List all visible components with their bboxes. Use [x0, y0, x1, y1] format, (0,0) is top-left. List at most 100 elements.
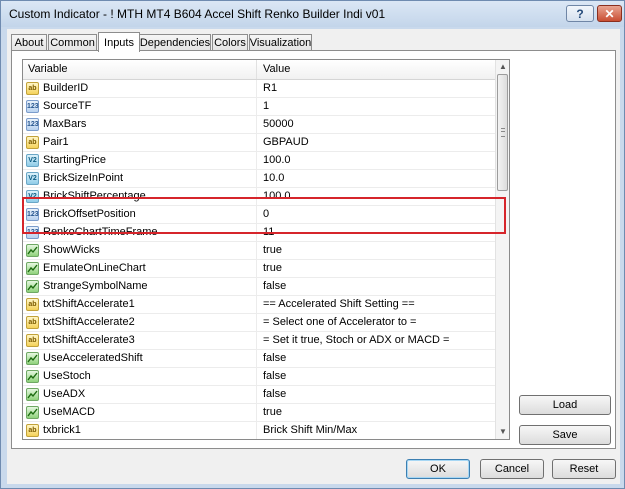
grid-row-BrickShiftPercentage[interactable]: V2 BrickShiftPercentage 100.0	[23, 188, 495, 206]
grid-row-BuilderID[interactable]: ab BuilderID R1	[23, 80, 495, 98]
variable-value[interactable]: true	[263, 244, 282, 256]
grid-row-RenkoChartTimeFrame[interactable]: 123 RenkoChartTimeFrame 11	[23, 224, 495, 242]
cell-divider	[256, 152, 257, 170]
boolean-type-icon	[26, 262, 39, 275]
variable-name: BrickSizeInPoint	[43, 172, 124, 184]
column-header-variable[interactable]: Variable	[28, 63, 68, 75]
grid-row-txtShiftAccelerate1[interactable]: ab txtShiftAccelerate1 == Accelerated Shif…	[23, 296, 495, 314]
variable-value[interactable]: false	[263, 352, 286, 364]
variable-name: UseStoch	[43, 370, 91, 382]
tab-about[interactable]: About	[11, 34, 47, 51]
variable-value[interactable]: R1	[263, 82, 277, 94]
grid-row-SourceTF[interactable]: 123 SourceTF 1	[23, 98, 495, 116]
cell-divider	[256, 80, 257, 98]
variable-value[interactable]: = Set it true, Stoch or ADX or MACD =	[263, 334, 449, 346]
grid-row-txbrick1[interactable]: ab txbrick1 Brick Shift Min/Max	[23, 422, 495, 439]
load-button[interactable]: Load	[519, 395, 611, 415]
save-button[interactable]: Save	[519, 425, 611, 445]
scroll-thumb[interactable]	[497, 74, 508, 191]
double-type-icon: V2	[26, 154, 39, 167]
vertical-scrollbar[interactable]: ▲ ▼	[495, 60, 509, 439]
grid-row-ShowWicks[interactable]: ShowWicks true	[23, 242, 495, 260]
close-button[interactable]: ✕	[597, 5, 622, 22]
ok-button[interactable]: OK	[406, 459, 470, 479]
reset-button-label: Reset	[569, 463, 599, 475]
grid-row-UseMACD[interactable]: UseMACD true	[23, 404, 495, 422]
variable-value[interactable]: true	[263, 406, 282, 418]
variable-name: UseADX	[43, 388, 86, 400]
grid-row-StartingPrice[interactable]: V2 StartingPrice 100.0	[23, 152, 495, 170]
cell-divider	[256, 134, 257, 152]
load-button-label: Load	[552, 399, 578, 411]
grid-row-EmulateOnLineChart[interactable]: EmulateOnLineChart true	[23, 260, 495, 278]
cell-divider	[256, 332, 257, 350]
inputs-panel: Variable Value ab BuilderID R1 123 SourceTF 1…	[11, 50, 616, 449]
reset-button[interactable]: Reset	[552, 459, 616, 479]
boolean-type-icon	[26, 352, 39, 365]
grid-row-BrickSizeInPoint[interactable]: V2 BrickSizeInPoint 10.0	[23, 170, 495, 188]
grid-row-BrickOffsetPosition[interactable]: 123 BrickOffsetPosition 0	[23, 206, 495, 224]
integer-type-icon: 123	[26, 226, 39, 239]
variable-value[interactable]: 11	[263, 226, 274, 238]
cell-divider	[256, 296, 257, 314]
cancel-button[interactable]: Cancel	[480, 459, 544, 479]
variable-value[interactable]: false	[263, 370, 286, 382]
variable-name: Pair1	[43, 136, 69, 148]
tab-visualization[interactable]: Visualization	[249, 34, 312, 51]
string-type-icon: ab	[26, 316, 39, 329]
tab-common[interactable]: Common	[48, 34, 97, 51]
tab-label: Common	[50, 37, 95, 49]
inputs-grid: Variable Value ab BuilderID R1 123 SourceTF 1…	[22, 59, 510, 440]
variable-value[interactable]: 100.0	[263, 154, 291, 166]
variable-value[interactable]: == Accelerated Shift Setting ==	[263, 298, 415, 310]
boolean-type-icon	[26, 388, 39, 401]
tab-inputs[interactable]: Inputs	[98, 32, 140, 52]
boolean-type-icon	[26, 406, 39, 419]
variable-name: EmulateOnLineChart	[43, 262, 146, 274]
grid-rows: ab BuilderID R1 123 SourceTF 1 123 MaxBars 50000…	[23, 80, 495, 439]
cell-divider	[256, 278, 257, 296]
title-bar[interactable]: Custom Indicator - ! MTH MT4 B604 Accel …	[1, 1, 624, 27]
cell-divider	[256, 116, 257, 134]
variable-name: BuilderID	[43, 82, 89, 94]
grid-row-Pair1[interactable]: ab Pair1 GBPAUD	[23, 134, 495, 152]
variable-value[interactable]: Brick Shift Min/Max	[263, 424, 357, 436]
variable-value[interactable]: 0	[263, 208, 269, 220]
variable-value[interactable]: false	[263, 280, 286, 292]
tab-colors[interactable]: Colors	[212, 34, 248, 51]
column-divider[interactable]	[256, 60, 257, 79]
variable-value[interactable]: false	[263, 388, 286, 400]
variable-value[interactable]: 100.0	[263, 190, 291, 202]
grid-row-MaxBars[interactable]: 123 MaxBars 50000	[23, 116, 495, 134]
variable-name: StrangeSymbolName	[43, 280, 148, 292]
tab-label: Inputs	[104, 36, 134, 49]
tab-dependencies[interactable]: Dependencies	[139, 34, 211, 51]
column-header-value[interactable]: Value	[263, 63, 290, 75]
cell-divider	[256, 170, 257, 188]
grid-row-UseAcceleratedShift[interactable]: UseAcceleratedShift false	[23, 350, 495, 368]
grid-row-txtShiftAccelerate3[interactable]: ab txtShiftAccelerate3 = Set it true, Stoc…	[23, 332, 495, 350]
tab-label: Colors	[214, 37, 246, 49]
variable-value[interactable]: 10.0	[263, 172, 284, 184]
grid-row-txtShiftAccelerate2[interactable]: ab txtShiftAccelerate2 = Select one of Acc…	[23, 314, 495, 332]
variable-name: BrickShiftPercentage	[43, 190, 146, 202]
scroll-up-icon[interactable]: ▲	[496, 60, 509, 74]
variable-value[interactable]: 50000	[263, 118, 294, 130]
integer-type-icon: 123	[26, 118, 39, 131]
cell-divider	[256, 242, 257, 260]
string-type-icon: ab	[26, 334, 39, 347]
help-button[interactable]: ?	[566, 5, 594, 22]
variable-value[interactable]: = Select one of Accelerator to =	[263, 316, 416, 328]
variable-value[interactable]: GBPAUD	[263, 136, 309, 148]
grid-row-UseADX[interactable]: UseADX false	[23, 386, 495, 404]
variable-value[interactable]: true	[263, 262, 282, 274]
variable-name: ShowWicks	[43, 244, 100, 256]
scroll-down-icon[interactable]: ▼	[496, 425, 509, 439]
variable-name: txtShiftAccelerate1	[43, 298, 135, 310]
variable-value[interactable]: 1	[263, 100, 269, 112]
boolean-type-icon	[26, 244, 39, 257]
boolean-type-icon	[26, 370, 39, 383]
grid-row-UseStoch[interactable]: UseStoch false	[23, 368, 495, 386]
grid-row-StrangeSymbolName[interactable]: StrangeSymbolName false	[23, 278, 495, 296]
string-type-icon: ab	[26, 136, 39, 149]
